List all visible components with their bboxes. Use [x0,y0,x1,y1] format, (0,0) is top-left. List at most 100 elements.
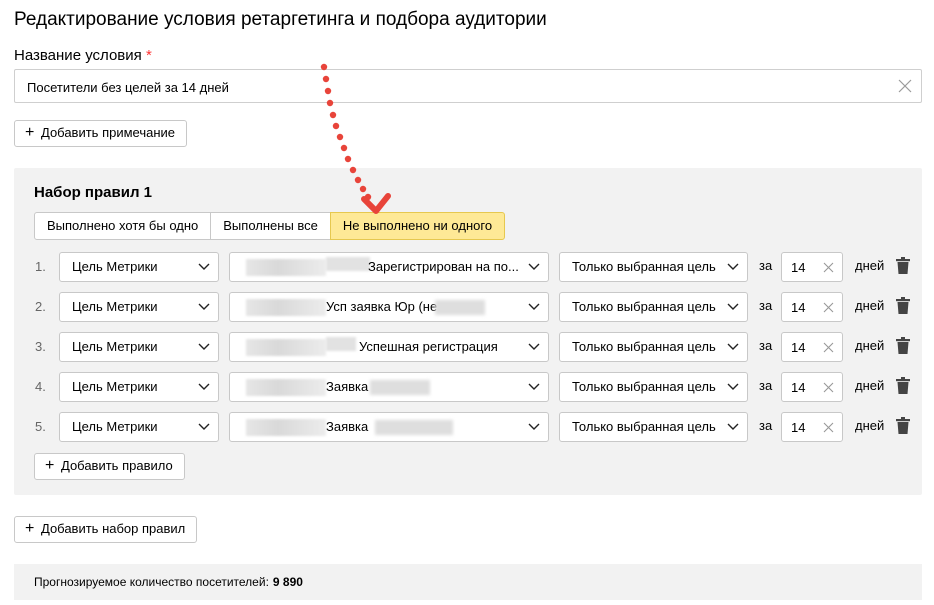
goal-value: Заявка [326,419,369,434]
rule-row: 1. Цель Метрики Зарегистрирован на по...… [14,252,922,282]
days-label: дней [855,418,885,433]
blurred-goal-id [246,259,326,276]
goal-scope-value: Только выбранная цель [572,379,716,394]
rule-type-select[interactable]: Цель Метрики [59,292,219,322]
days-label: дней [855,298,885,313]
rule-number: 2. [35,299,46,314]
goal-scope-select[interactable]: Только выбранная цель [559,292,748,322]
days-value: 14 [791,380,806,395]
period-prefix: за [759,378,773,393]
close-icon[interactable] [823,422,834,433]
forecast-label: Прогнозируемое количество посетителей: [34,575,269,589]
ruleset-panel: Набор правил 1 Выполнено хотя бы одно Вы… [14,168,922,495]
plus-icon: + [45,457,55,474]
close-icon[interactable] [897,78,913,94]
audience-forecast: Прогнозируемое количество посетителей: 9 … [14,564,922,600]
chevron-down-icon [727,343,739,350]
rule-type-select[interactable]: Цель Метрики [59,412,219,442]
add-ruleset-label: Добавить набор правил [41,521,186,536]
add-rule-button[interactable]: + Добавить правило [34,453,185,480]
add-note-button[interactable]: + Добавить примечание [14,120,188,147]
goal-select[interactable]: Зарегистрирован на по... [229,252,549,282]
chevron-down-icon [198,343,210,350]
close-icon[interactable] [823,302,834,313]
days-input[interactable]: 14 [781,332,843,362]
days-label: дней [855,258,885,273]
blurred-goal-id [246,339,326,356]
blurred-goal-id [326,337,356,351]
rule-type-value: Цель Метрики [72,299,158,314]
rule-number: 5. [35,419,46,434]
add-note-label: Добавить примечание [41,125,176,140]
goal-scope-select[interactable]: Только выбранная цель [559,252,748,282]
close-icon[interactable] [823,262,834,273]
trash-icon[interactable] [896,417,910,434]
chevron-down-icon [727,263,739,270]
mode-none-button[interactable]: Не выполнено ни одного [329,212,506,240]
goal-select[interactable]: Заявка [229,412,549,442]
days-input[interactable]: 14 [781,292,843,322]
blurred-goal-text [435,300,485,315]
close-icon[interactable] [823,382,834,393]
chevron-down-icon [727,383,739,390]
chevron-down-icon [198,303,210,310]
rule-row: 3. Цель Метрики Успешная регистрация Тол… [14,332,922,362]
goal-value: Зарегистрирован на по... [368,259,519,274]
rule-number: 3. [35,339,46,354]
ruleset-title: Набор правил 1 [34,184,152,201]
days-input[interactable]: 14 [781,372,843,402]
chevron-down-icon [198,423,210,430]
days-value: 14 [791,300,806,315]
goal-value: Заявка [326,379,369,394]
blurred-goal-id [326,257,370,271]
chevron-down-icon [528,383,540,390]
rule-row: 2. Цель Метрики Усп заявка Юр (не Только… [14,292,922,322]
add-ruleset-button[interactable]: + Добавить набор правил [14,516,198,543]
period-prefix: за [759,298,773,313]
blurred-goal-id [246,419,326,436]
goal-select[interactable]: Заявка [229,372,549,402]
rule-number: 1. [35,259,46,274]
chevron-down-icon [727,423,739,430]
mode-all-button[interactable]: Выполнены все [210,212,331,240]
days-input[interactable]: 14 [781,412,843,442]
rule-type-select[interactable]: Цель Метрики [59,372,219,402]
rule-type-select[interactable]: Цель Метрики [59,332,219,362]
chevron-down-icon [528,303,540,310]
blurred-goal-id [246,299,326,316]
trash-icon[interactable] [896,257,910,274]
period-prefix: за [759,258,773,273]
goal-select[interactable]: Усп заявка Юр (не [229,292,549,322]
goal-select[interactable]: Успешная регистрация [229,332,549,362]
chevron-down-icon [198,263,210,270]
period-prefix: за [759,418,773,433]
condition-name-label-text: Название условия [14,47,142,64]
days-input[interactable]: 14 [781,252,843,282]
rule-number: 4. [35,379,46,394]
mode-any-button[interactable]: Выполнено хотя бы одно [34,212,212,240]
plus-icon: + [25,124,35,141]
rule-type-select[interactable]: Цель Метрики [59,252,219,282]
goal-scope-value: Только выбранная цель [572,299,716,314]
goal-scope-select[interactable]: Только выбранная цель [559,372,748,402]
rule-row: 4. Цель Метрики Заявка Только выбранная … [14,372,922,402]
goal-scope-value: Только выбранная цель [572,339,716,354]
chevron-down-icon [727,303,739,310]
blurred-goal-text [370,380,430,395]
add-rule-label: Добавить правило [61,458,173,473]
goal-value: Успешная регистрация [359,339,498,354]
days-label: дней [855,378,885,393]
trash-icon[interactable] [896,297,910,314]
goal-scope-select[interactable]: Только выбранная цель [559,332,748,362]
days-value: 14 [791,340,806,355]
condition-name-input[interactable]: Посетители без целей за 14 дней [14,69,922,103]
goal-scope-select[interactable]: Только выбранная цель [559,412,748,442]
plus-icon: + [25,520,35,537]
trash-icon[interactable] [896,337,910,354]
rule-type-value: Цель Метрики [72,259,158,274]
close-icon[interactable] [823,342,834,353]
days-value: 14 [791,260,806,275]
chevron-down-icon [528,343,540,350]
trash-icon[interactable] [896,377,910,394]
blurred-goal-id [246,379,326,396]
